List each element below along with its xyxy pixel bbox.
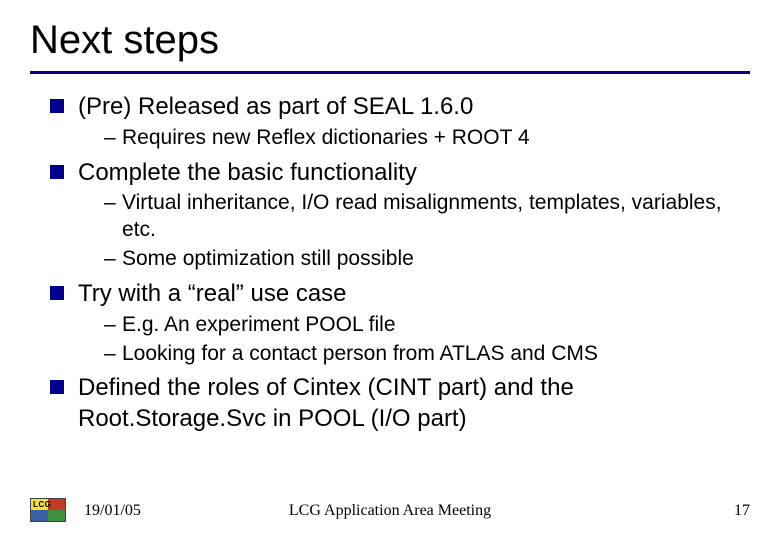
- sub-list: Requires new Reflex dictionaries + ROOT …: [78, 125, 750, 152]
- bullet-text: Try with a “real” use case: [78, 280, 347, 307]
- bullet-item: (Pre) Released as part of SEAL 1.6.0 Req…: [50, 92, 750, 152]
- square-bullet-icon: [50, 286, 64, 300]
- sub-item: Looking for a contact person from ATLAS …: [104, 341, 750, 368]
- footer-title: LCG Application Area Meeting: [0, 502, 780, 520]
- bullet-text: Defined the roles of Cintex (CINT part) …: [78, 374, 574, 432]
- bullet-list: (Pre) Released as part of SEAL 1.6.0 Req…: [30, 92, 750, 435]
- footer-page-number: 17: [734, 502, 750, 520]
- square-bullet-icon: [50, 165, 64, 179]
- bullet-text: (Pre) Released as part of SEAL 1.6.0: [78, 93, 473, 120]
- sub-item: E.g. An experiment POOL file: [104, 312, 750, 339]
- footer: LCG 19/01/05 LCG Application Area Meetin…: [0, 498, 780, 522]
- sub-item: Some optimization still possible: [104, 246, 750, 273]
- bullet-item: Complete the basic functionality Virtual…: [50, 158, 750, 273]
- bullet-item: Try with a “real” use case E.g. An exper…: [50, 279, 750, 367]
- bullet-text: Complete the basic functionality: [78, 159, 417, 186]
- title-rule: [30, 71, 750, 74]
- slide: Next steps (Pre) Released as part of SEA…: [0, 0, 780, 540]
- sub-item: Requires new Reflex dictionaries + ROOT …: [104, 125, 750, 152]
- square-bullet-icon: [50, 380, 64, 394]
- sub-item: Virtual inheritance, I/O read misalignme…: [104, 190, 750, 244]
- square-bullet-icon: [50, 99, 64, 113]
- bullet-item: Defined the roles of Cintex (CINT part) …: [50, 373, 750, 434]
- sub-list: Virtual inheritance, I/O read misalignme…: [78, 190, 750, 273]
- sub-list: E.g. An experiment POOL file Looking for…: [78, 312, 750, 368]
- slide-title: Next steps: [30, 18, 750, 63]
